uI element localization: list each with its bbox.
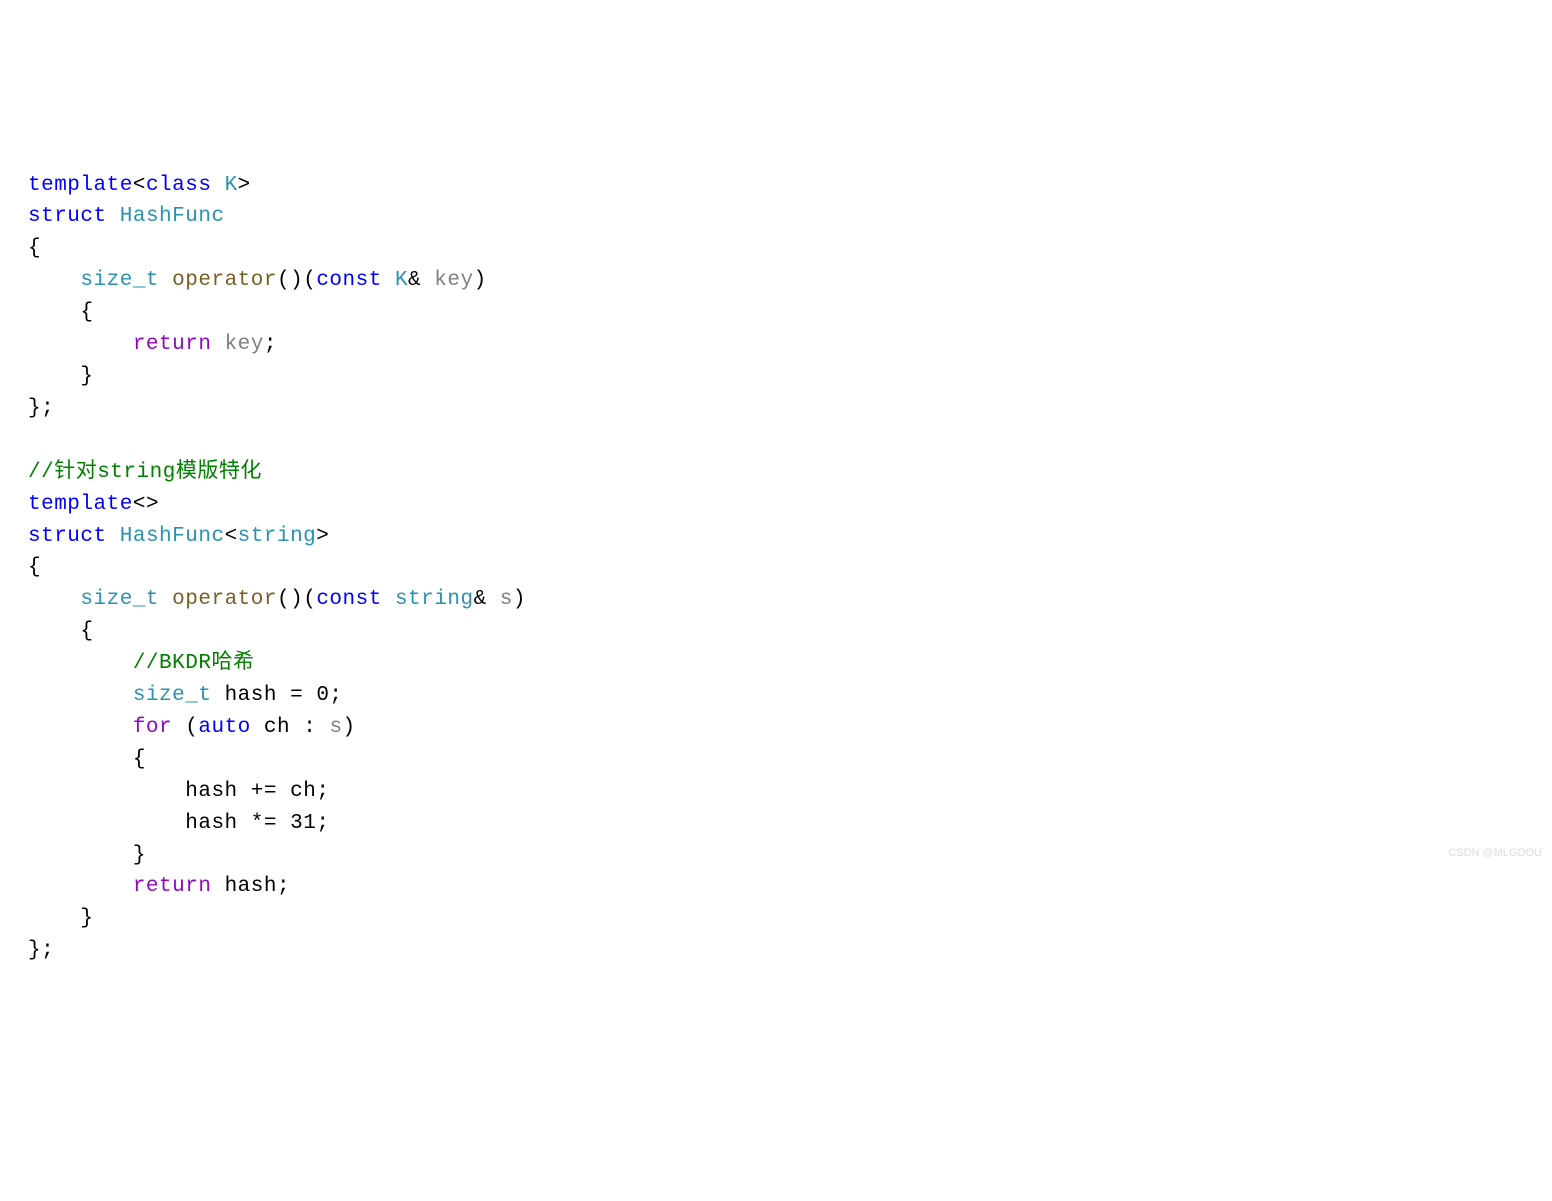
- line-2: struct HashFunc: [28, 205, 225, 228]
- var-hash: hash: [185, 812, 237, 835]
- line-19: {: [28, 748, 146, 771]
- line-8: };: [28, 397, 54, 420]
- line-5: {: [28, 301, 94, 324]
- var-hash: hash: [185, 780, 237, 803]
- keyword-const: const: [316, 269, 382, 292]
- line-21: hash *= 31;: [28, 812, 329, 835]
- var-ch: ch: [264, 716, 290, 739]
- line-11: template<>: [28, 493, 159, 516]
- keyword-template: template: [28, 493, 133, 516]
- line-24: }: [28, 907, 94, 930]
- var-ch: ch: [290, 780, 316, 803]
- line-10: //针对string模版特化: [28, 461, 262, 484]
- watermark: CSDN @MLGDOU: [1448, 845, 1542, 862]
- keyword-for: for: [133, 716, 172, 739]
- literal-0: 0: [316, 684, 329, 707]
- param-s: s: [500, 588, 513, 611]
- var-s: s: [329, 716, 342, 739]
- code-block: template<class K> struct HashFunc { size…: [28, 138, 1524, 968]
- line-20: hash += ch;: [28, 780, 329, 803]
- line-25: };: [28, 939, 54, 962]
- var-key: key: [225, 333, 264, 356]
- param-key: key: [434, 269, 473, 292]
- literal-31: 31: [290, 812, 316, 835]
- keyword-auto: auto: [198, 716, 250, 739]
- var-hash: hash: [225, 875, 277, 898]
- type-K: K: [395, 269, 408, 292]
- line-23: return hash;: [28, 875, 290, 898]
- type-size_t: size_t: [80, 269, 159, 292]
- keyword-class: class: [146, 174, 212, 197]
- var-hash: hash: [225, 684, 277, 707]
- keyword-const: const: [316, 588, 382, 611]
- keyword-return: return: [133, 333, 212, 356]
- type-size_t: size_t: [133, 684, 212, 707]
- operator-keyword: operator: [172, 269, 277, 292]
- line-16: //BKDR哈希: [28, 652, 254, 675]
- type-HashFunc: HashFunc: [120, 205, 225, 228]
- keyword-return: return: [133, 875, 212, 898]
- comment: //BKDR哈希: [133, 652, 255, 675]
- line-13: {: [28, 556, 41, 579]
- type-string: string: [238, 525, 317, 548]
- type-K: K: [225, 174, 238, 197]
- type-size_t: size_t: [80, 588, 159, 611]
- keyword-template: template: [28, 174, 133, 197]
- line-15: {: [28, 620, 94, 643]
- keyword-struct: struct: [28, 205, 107, 228]
- line-17: size_t hash = 0;: [28, 684, 343, 707]
- line-22: }: [28, 844, 146, 867]
- line-3: {: [28, 237, 41, 260]
- operator-keyword: operator: [172, 588, 277, 611]
- type-string: string: [395, 588, 474, 611]
- line-7: }: [28, 365, 94, 388]
- line-18: for (auto ch : s): [28, 716, 356, 739]
- line-4: size_t operator()(const K& key): [28, 269, 487, 292]
- line-6: return key;: [28, 333, 277, 356]
- line-12: struct HashFunc<string>: [28, 525, 329, 548]
- keyword-struct: struct: [28, 525, 107, 548]
- comment: //针对string模版特化: [28, 461, 262, 484]
- line-1: template<class K>: [28, 174, 251, 197]
- type-HashFunc: HashFunc: [120, 525, 225, 548]
- line-14: size_t operator()(const string& s): [28, 588, 526, 611]
